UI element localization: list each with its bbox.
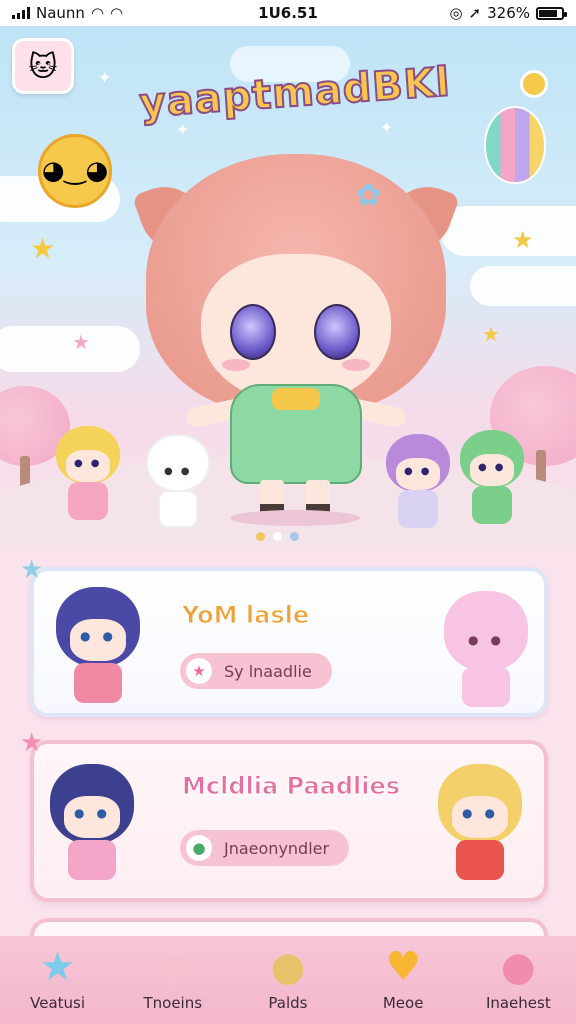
nav-item-meoe[interactable]: ♥ Meoe [353,942,453,1012]
status-time: 1U6.51 [258,4,318,22]
cloud-decoration [440,206,576,256]
wifi-icon-secondary: ◠ [110,4,124,22]
character-eye [314,304,360,360]
nav-item-veatusi[interactable]: ★ Veatusi [8,942,108,1012]
location-icon: ➚ [468,4,482,22]
character-blush [222,359,250,371]
card-action-button[interactable]: ★ Sy lnaadlie [180,653,332,689]
sparkle-icon: ✦ [98,68,112,87]
status-right: ◎ ➚ 326% [449,4,567,22]
nav-item-palds[interactable]: ● Palds [238,942,338,1012]
sparkle-icon: ✦ [176,120,190,139]
battery-icon [536,6,567,20]
cloud-decoration [470,266,576,306]
nav-label: Palds [268,994,308,1012]
card-avatar-navy-girl: ●● [44,758,140,886]
character-bow [272,388,320,410]
star-icon: ★ [72,330,90,354]
cloud-decoration [0,326,140,372]
wifi-icon: ◠ [90,4,105,22]
card-avatar-cat-girl: ●● [50,581,146,709]
mini-character-green[interactable]: ●● [456,430,528,530]
bottom-navigation: ★ Veatusi ● Tnoeins ● Palds ♥ Meoe ● Ina… [0,936,576,1024]
card-action-label: Jnaeonyndler [224,838,330,858]
sun-face-icon: ◕‿◕ [38,134,112,208]
mini-character-blonde[interactable]: ●● [52,426,124,526]
status-bar: Naunn ◠ ◠ 1U6.51 ◎ ➚ 326% [0,0,576,26]
card-action-button[interactable]: ● Jnaeonyndler [180,830,350,866]
nav-label: Inaehest [485,994,551,1012]
nav-label: Meoe [382,994,424,1012]
lollipop-icon [520,70,548,98]
character-card[interactable]: ★ ●● Mcldlia Paadlies ● Jnaeonyndler ●● [20,728,548,902]
status-left: Naunn ◠ ◠ [12,4,123,22]
pager-dot[interactable] [273,532,282,541]
mini-character-white-cat[interactable]: ●● [142,434,214,534]
card-avatar-blonde-cat: ●● [432,758,528,886]
app-logo-button[interactable]: 🐱 [12,38,74,94]
star-icon: ★ [186,658,212,684]
character-shadow [230,510,360,526]
bear-face-icon: ● [270,944,306,990]
alarm-icon: ◎ [449,4,463,22]
character-blush [342,359,370,371]
flower-clip-icon: ✿ [356,178,382,213]
character-card[interactable]: ★ ●● YoM lasle ★ Sy lnaadlie ●● [20,555,548,717]
heart-icon: ♥ [385,944,422,990]
nav-label: Veatusi [30,994,86,1012]
nav-label: Tnoeins [143,994,203,1012]
star-character-icon: ★ [39,944,76,990]
pager-dot-active[interactable] [256,532,265,541]
pager-dot[interactable] [290,532,299,541]
signal-icon [12,7,30,19]
card-title: Mcldlia Paadlies [181,772,401,801]
star-icon: ★ [20,728,44,758]
cat-face-icon: 🐱 [28,49,58,83]
mini-character-purple[interactable]: ●● [382,434,454,534]
balloon-icon [484,106,546,184]
card-action-label: Sy lnaadlie [224,661,312,681]
nav-item-inaehest[interactable]: ● Inaehest [468,942,568,1012]
nav-item-tnoeins[interactable]: ● Tnoeins [123,942,223,1012]
carousel-pager[interactable] [256,532,299,541]
star-icon: ★ [30,232,56,265]
star-icon: ★ [20,555,44,585]
sparkle-icon: ✦ [380,118,394,137]
hero-banner[interactable]: 🐱 yaaptmadBKl ◕‿◕ ★ ★ ★ ★ ✦ ✦ ✦ ✿ ●● ●● [0,26,576,546]
battery-percent: 326% [487,4,530,22]
bunny-face-icon: ● [155,944,191,990]
chat-bubble-icon: ● [186,835,212,861]
character-eye [230,304,276,360]
pig-face-icon: ● [500,944,536,990]
carrier-name: Naunn [36,4,85,22]
card-avatar-bunny: ●● [438,585,534,713]
card-title: YoM lasle [181,601,310,630]
star-icon: ★ [512,226,534,254]
star-icon: ★ [482,322,500,346]
